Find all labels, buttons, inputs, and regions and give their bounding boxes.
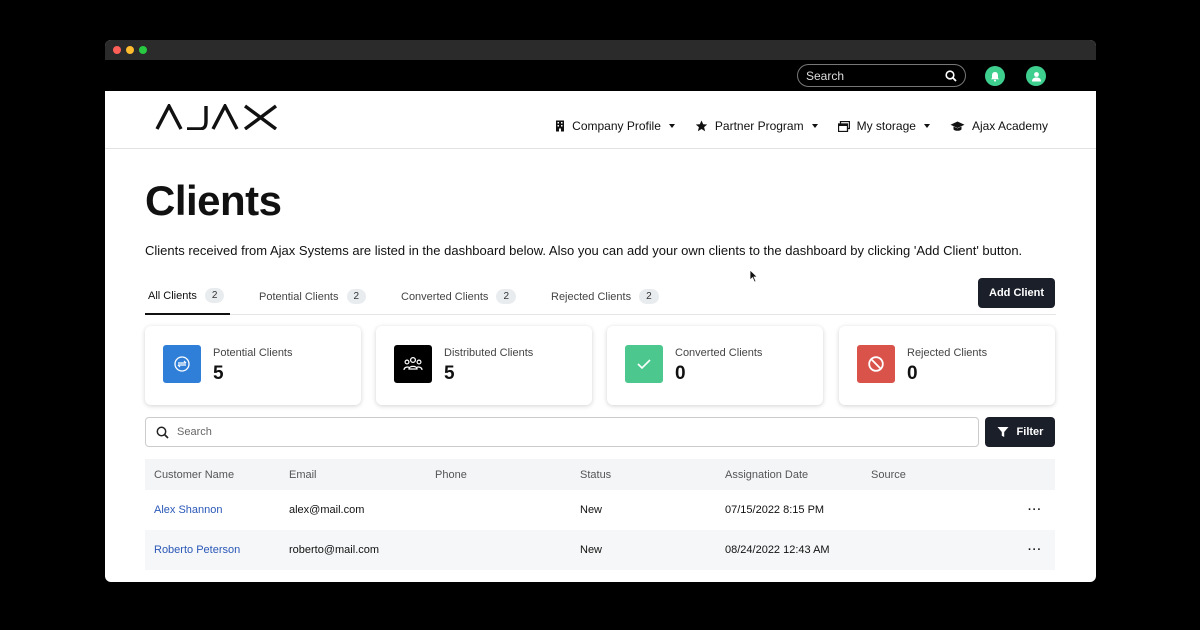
table-row: Roberto Peterson roberto@mail.com New 08… bbox=[145, 530, 1055, 570]
graduation-cap-icon bbox=[950, 121, 965, 131]
table-header: Customer Name Email Phone Status Assigna… bbox=[145, 459, 1055, 490]
filter-button-label: Filter bbox=[1016, 426, 1044, 438]
stat-card-label: Rejected Clients bbox=[907, 347, 988, 359]
row-more-icon[interactable]: ··· bbox=[1011, 544, 1055, 556]
column-header[interactable]: Customer Name bbox=[145, 469, 289, 481]
top-bar: Search bbox=[105, 60, 1096, 91]
ajax-logo[interactable] bbox=[155, 102, 279, 135]
stat-card-label: Converted Clients bbox=[675, 347, 763, 359]
tab-converted-clients-label: Converted Clients bbox=[401, 290, 489, 303]
star-icon bbox=[695, 120, 708, 132]
chevron-down-icon bbox=[668, 124, 675, 128]
browser-window: Search Company Profile Partner Program M… bbox=[105, 40, 1096, 582]
nav-my-storage-label: My storage bbox=[856, 119, 916, 133]
group-icon bbox=[394, 345, 432, 383]
stat-card-label: Distributed Clients bbox=[444, 347, 534, 359]
stat-card-value: 0 bbox=[675, 363, 686, 384]
top-search-placeholder: Search bbox=[806, 68, 845, 83]
tab-rejected-clients-label: Rejected Clients bbox=[551, 290, 632, 303]
column-header[interactable]: Email bbox=[289, 469, 435, 481]
stat-card-distributed: Distributed Clients 5 bbox=[376, 326, 592, 405]
stat-card-value: 5 bbox=[444, 363, 455, 384]
tab-potential-clients[interactable]: Potential Clients 2 bbox=[259, 278, 367, 315]
add-client-button[interactable]: Add Client bbox=[978, 278, 1055, 308]
email-cell: roberto@mail.com bbox=[289, 544, 380, 556]
stat-card-potential: Potential Clients 5 bbox=[145, 326, 361, 405]
notifications-bell-icon[interactable] bbox=[985, 66, 1005, 86]
nav-partner-program[interactable]: Partner Program bbox=[695, 119, 818, 133]
tab-converted-clients-count: 2 bbox=[496, 289, 516, 304]
client-search-input[interactable]: Search bbox=[145, 417, 979, 447]
nav-company-profile-label: Company Profile bbox=[572, 119, 661, 133]
nav-menu: Company Profile Partner Program My stora… bbox=[555, 119, 1048, 133]
page-intro: Clients received from Ajax Systems are l… bbox=[145, 243, 1023, 258]
user-profile-icon[interactable] bbox=[1026, 66, 1046, 86]
column-header[interactable]: Assignation Date bbox=[725, 469, 871, 481]
tab-all-clients-count: 2 bbox=[204, 288, 225, 303]
window-titlebar bbox=[105, 40, 1096, 60]
stat-card-rejected: Rejected Clients 0 bbox=[839, 326, 1055, 405]
page-title: Clients bbox=[145, 177, 282, 224]
nav-partner-program-label: Partner Program bbox=[714, 119, 804, 133]
tab-potential-clients-count: 2 bbox=[346, 289, 367, 304]
client-search-placeholder: Search bbox=[177, 426, 212, 438]
email-cell: alex@mail.com bbox=[289, 504, 365, 516]
column-header[interactable]: Phone bbox=[435, 469, 580, 481]
nav-my-storage[interactable]: My storage bbox=[837, 119, 930, 133]
chevron-down-icon bbox=[923, 124, 930, 128]
block-icon bbox=[857, 345, 895, 383]
customer-name-link[interactable]: Alex Shannon bbox=[145, 504, 289, 516]
building-icon bbox=[556, 120, 565, 132]
row-more-icon[interactable]: ··· bbox=[1011, 504, 1055, 516]
tab-rejected-clients[interactable]: Rejected Clients 2 bbox=[551, 278, 659, 315]
table-row: Alex Shannon alex@mail.com New 07/15/202… bbox=[145, 490, 1055, 530]
nav-company-profile[interactable]: Company Profile bbox=[555, 119, 675, 133]
stat-card-value: 0 bbox=[907, 363, 918, 384]
date-cell: 08/24/2022 12:43 AM bbox=[725, 544, 830, 556]
ajax-logo-mark bbox=[155, 102, 278, 131]
tab-rejected-clients-count: 2 bbox=[639, 289, 659, 304]
chevron-down-icon bbox=[811, 124, 818, 128]
tab-all-clients-label: All Clients bbox=[148, 289, 197, 302]
search-icon bbox=[156, 426, 169, 439]
filter-button[interactable]: Filter bbox=[985, 417, 1055, 447]
stat-card-value: 5 bbox=[213, 363, 224, 384]
minimize-window-icon[interactable] bbox=[126, 46, 134, 54]
storage-icon bbox=[837, 120, 850, 132]
tab-potential-clients-label: Potential Clients bbox=[259, 290, 339, 303]
main-navbar: Company Profile Partner Program My stora… bbox=[105, 91, 1096, 149]
stat-card-converted: Converted Clients 0 bbox=[607, 326, 823, 405]
customer-name-link[interactable]: Roberto Peterson bbox=[145, 544, 289, 556]
status-cell: New bbox=[580, 544, 603, 556]
maximize-window-icon[interactable] bbox=[139, 46, 147, 54]
check-icon bbox=[625, 345, 663, 383]
stat-card-label: Potential Clients bbox=[213, 347, 293, 359]
filter-icon bbox=[997, 427, 1009, 437]
date-cell: 07/15/2022 8:15 PM bbox=[725, 504, 825, 516]
nav-ajax-academy[interactable]: Ajax Academy bbox=[950, 119, 1048, 133]
tab-converted-clients[interactable]: Converted Clients 2 bbox=[401, 278, 516, 315]
column-header[interactable]: Source bbox=[871, 469, 1011, 481]
close-window-icon[interactable] bbox=[113, 46, 121, 54]
top-search-input[interactable]: Search bbox=[797, 64, 966, 87]
tab-all-clients[interactable]: All Clients 2 bbox=[145, 278, 231, 315]
potential-clients-icon bbox=[163, 345, 201, 383]
clients-table: Customer Name Email Phone Status Assigna… bbox=[145, 459, 1055, 570]
search-icon bbox=[945, 69, 957, 82]
nav-ajax-academy-label: Ajax Academy bbox=[971, 119, 1048, 133]
client-stats-cards: Potential Clients 5 Distributed Clients … bbox=[145, 326, 1055, 405]
column-header[interactable]: Status bbox=[580, 469, 725, 481]
client-tabs: All Clients 2 Potential Clients 2 Conver… bbox=[145, 278, 1056, 315]
status-cell: New bbox=[580, 504, 603, 516]
